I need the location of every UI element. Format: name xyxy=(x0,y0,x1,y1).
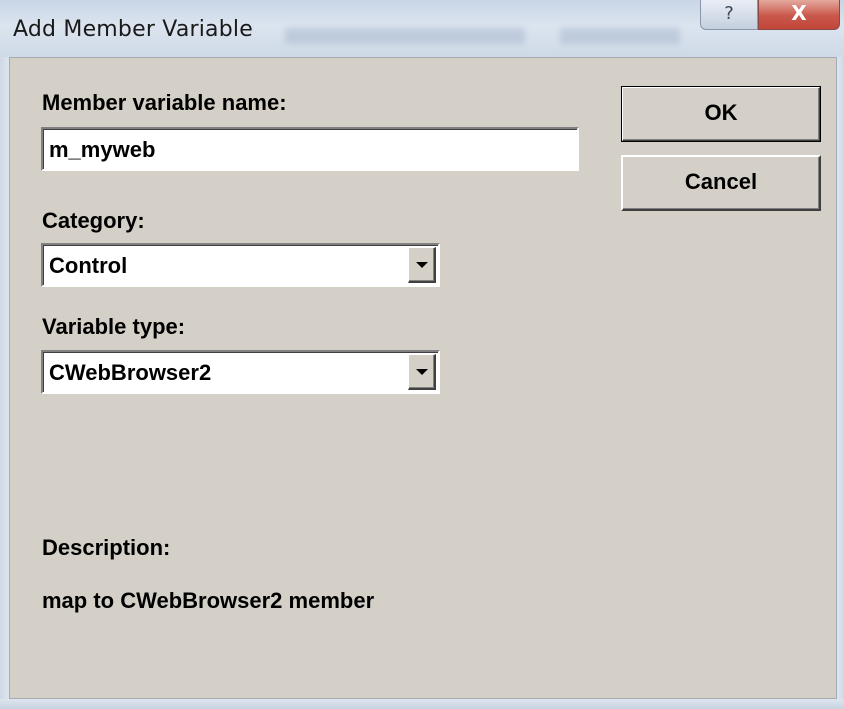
window-frame-bottom xyxy=(0,699,844,709)
member-variable-name-label: Member variable name: xyxy=(42,90,287,115)
description-text: map to CWebBrowser2 member xyxy=(42,588,375,613)
title-bar[interactable]: Add Member Variable ? X xyxy=(0,0,844,57)
chevron-down-icon[interactable] xyxy=(408,354,436,390)
add-member-variable-dialog: Add Member Variable ? X Member variable … xyxy=(0,0,844,709)
description-label: Description: xyxy=(42,535,171,560)
variable-type-value: CWebBrowser2 xyxy=(49,360,212,385)
category-select[interactable]: Control xyxy=(41,243,440,287)
chevron-down-icon[interactable] xyxy=(408,247,436,283)
close-icon[interactable]: X xyxy=(758,0,840,30)
background-blur xyxy=(560,28,680,44)
cancel-button[interactable]: Cancel xyxy=(621,155,821,211)
category-value: Control xyxy=(49,253,128,278)
window-frame-right xyxy=(837,57,844,709)
member-variable-name-input[interactable]: m_myweb xyxy=(41,127,579,171)
window-frame-left xyxy=(0,57,9,709)
help-icon[interactable]: ? xyxy=(700,0,758,30)
variable-type-select[interactable]: CWebBrowser2 xyxy=(41,350,440,394)
dialog-title: Add Member Variable xyxy=(13,17,253,42)
category-label: Category: xyxy=(42,208,145,233)
ok-button[interactable]: OK xyxy=(621,86,821,142)
variable-type-label: Variable type: xyxy=(42,314,186,339)
background-blur xyxy=(285,28,525,44)
